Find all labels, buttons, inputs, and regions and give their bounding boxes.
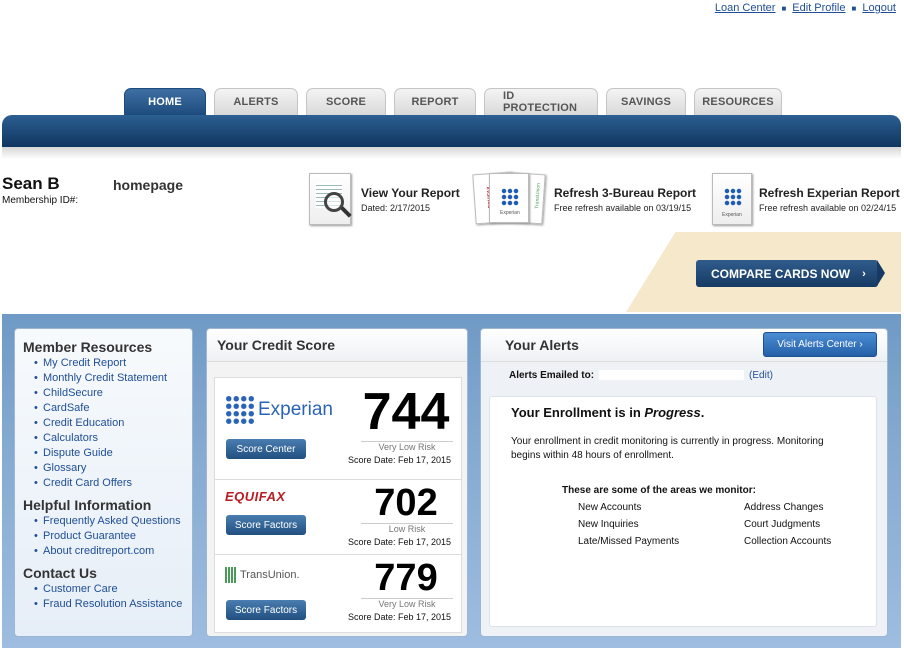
tab-id-protection[interactable]: ID PROTECTION <box>484 88 598 115</box>
refresh-3-bureau-action[interactable]: EQUIFAX TransUnion Experian Refresh 3-Bu… <box>472 171 697 225</box>
tab-score[interactable]: SCORE <box>306 88 386 115</box>
tab-alerts[interactable]: ALERTS <box>214 88 298 115</box>
refresh-experian-action[interactable]: Experian Refresh Experian Report Free re… <box>712 173 900 225</box>
tab-report[interactable]: REPORT <box>394 88 476 115</box>
link-credit-education[interactable]: Credit Education <box>34 416 192 431</box>
equifax-score-factors-button[interactable]: Score Factors <box>226 515 306 535</box>
alerts-emailed-label: Alerts Emailed to: <box>509 369 595 381</box>
nav-shadow <box>2 147 901 159</box>
link-credit-card-offers[interactable]: Credit Card Offers <box>34 476 192 491</box>
link-glossary[interactable]: Glossary <box>34 461 192 476</box>
page: Loan Center ■ Edit Profile ■ Logout HOME… <box>0 0 904 648</box>
visit-alerts-center-button[interactable]: Visit Alerts Center › <box>763 332 877 357</box>
link-product-guarantee[interactable]: Product Guarantee <box>34 529 192 544</box>
equifax-score-row: EQUIFAX Score Factors 702 Low Risk Score… <box>215 480 461 555</box>
monitor-areas-title: These are some of the areas we monitor: <box>562 485 756 496</box>
refresh-experian-availability: Free refresh available on 02/24/15 <box>759 203 897 213</box>
report-magnifier-icon <box>309 173 352 225</box>
view-report-action[interactable]: View Your Report Dated: 2/17/2015 <box>309 173 460 225</box>
link-monthly-credit-statement[interactable]: Monthly Credit Statement <box>34 371 192 386</box>
transunion-score: 779 <box>374 557 438 599</box>
transunion-score-date: Score Date: Feb 17, 2015 <box>348 612 452 622</box>
link-dispute-guide[interactable]: Dispute Guide <box>34 446 192 461</box>
alerts-email-value <box>598 369 746 381</box>
monitor-area: New Inquiries <box>578 519 639 530</box>
transunion-score-row: TransUnion. Score Factors 779 Very Low R… <box>215 555 461 633</box>
separator-icon: ■ <box>781 3 787 13</box>
experian-score-date: Score Date: Feb 17, 2015 <box>348 455 452 465</box>
main-tabs: HOME ALERTS SCORE REPORT ID PROTECTION S… <box>124 88 782 115</box>
tab-savings[interactable]: SAVINGS <box>606 88 686 115</box>
alerts-panel: Your Alerts Visit Alerts Center › Alerts… <box>480 328 888 637</box>
separator-icon: ■ <box>851 3 857 13</box>
equifax-score: 702 <box>374 482 438 524</box>
contact-us-title: Contact Us <box>23 565 97 581</box>
chevron-right-icon: › <box>862 267 866 280</box>
tab-home[interactable]: HOME <box>124 88 206 115</box>
equifax-score-date: Score Date: Feb 17, 2015 <box>348 537 452 547</box>
equifax-risk: Low Risk <box>361 523 453 534</box>
page-title: homepage <box>113 177 184 193</box>
experian-score: 744 <box>362 383 450 441</box>
contact-us-list: Customer Care Fraud Resolution Assistanc… <box>34 582 192 612</box>
monitor-area: Address Changes <box>744 502 824 513</box>
transunion-logo: TransUnion. <box>225 567 300 583</box>
equifax-logo: EQUIFAX <box>225 489 286 504</box>
link-about[interactable]: About creditreport.com <box>34 544 192 559</box>
link-my-credit-report[interactable]: My Credit Report <box>34 356 192 371</box>
monitor-area: Late/Missed Payments <box>578 536 680 547</box>
refresh-3-bureau-title: Refresh 3-Bureau Report <box>554 186 697 200</box>
link-childsecure[interactable]: ChildSecure <box>34 386 192 401</box>
nav-bar <box>2 115 901 147</box>
experian-score-row: Experian Score Center 744 Very Low Risk … <box>215 378 461 480</box>
credit-score-panel: Your Credit Score Experian Score Center … <box>206 328 468 637</box>
link-cardsafe[interactable]: CardSafe <box>34 401 192 416</box>
credit-score-title: Your Credit Score <box>207 329 467 362</box>
link-customer-care[interactable]: Customer Care <box>34 582 192 597</box>
compare-cards-button[interactable]: COMPARE CARDS NOW › <box>696 260 885 287</box>
enrollment-box: Your Enrollment is in Progress. Your enr… <box>489 396 877 627</box>
alerts-emailed-row: Alerts Emailed to: (Edit) <box>509 369 773 381</box>
transunion-score-factors-button[interactable]: Score Factors <box>226 600 306 620</box>
refresh-experian-title: Refresh Experian Report <box>759 186 900 200</box>
logout-link[interactable]: Logout <box>862 2 896 14</box>
score-center-button[interactable]: Score Center <box>226 439 306 459</box>
tab-resources[interactable]: RESOURCES <box>694 88 782 115</box>
monitor-areas-list: New Accounts Address Changes New Inquiri… <box>578 499 855 550</box>
link-faq[interactable]: Frequently Asked Questions <box>34 514 192 529</box>
link-fraud-resolution[interactable]: Fraud Resolution Assistance <box>34 597 192 612</box>
membership-id-label: Membership ID#: <box>2 195 79 206</box>
member-resources-panel: Member Resources My Credit Report Monthl… <box>14 328 193 637</box>
enrollment-text: Your enrollment in credit monitoring is … <box>511 436 824 461</box>
top-links: Loan Center ■ Edit Profile ■ Logout <box>715 2 896 14</box>
edit-profile-link[interactable]: Edit Profile <box>792 2 845 14</box>
loan-center-link[interactable]: Loan Center <box>715 2 776 14</box>
monitor-area: Court Judgments <box>744 519 821 530</box>
view-report-title: View Your Report <box>361 186 460 200</box>
experian-report-icon: Experian <box>712 173 752 225</box>
monitor-area: Collection Accounts <box>744 536 832 547</box>
link-calculators[interactable]: Calculators <box>34 431 192 446</box>
member-resources-title: Member Resources <box>23 339 153 355</box>
helpful-information-list: Frequently Asked Questions Product Guara… <box>34 514 192 559</box>
user-name: Sean B <box>2 174 60 193</box>
view-report-date: Dated: 2/17/2015 <box>361 203 431 213</box>
helpful-information-title: Helpful Information <box>23 497 152 513</box>
member-resources-list: My Credit Report Monthly Credit Statemen… <box>34 356 192 491</box>
refresh-3-bureau-availability: Free refresh available on 03/19/15 <box>554 203 692 213</box>
experian-logo: Experian <box>225 395 333 425</box>
monitor-area: New Accounts <box>578 502 642 513</box>
score-box: Experian Score Center 744 Very Low Risk … <box>214 377 462 633</box>
experian-risk: Very Low Risk <box>361 441 453 452</box>
three-bureau-report-icon: EQUIFAX TransUnion Experian <box>472 171 546 225</box>
enrollment-title: Your Enrollment is in Progress. <box>511 405 705 420</box>
transunion-risk: Very Low Risk <box>361 598 453 609</box>
edit-email-link[interactable]: (Edit) <box>749 370 773 381</box>
